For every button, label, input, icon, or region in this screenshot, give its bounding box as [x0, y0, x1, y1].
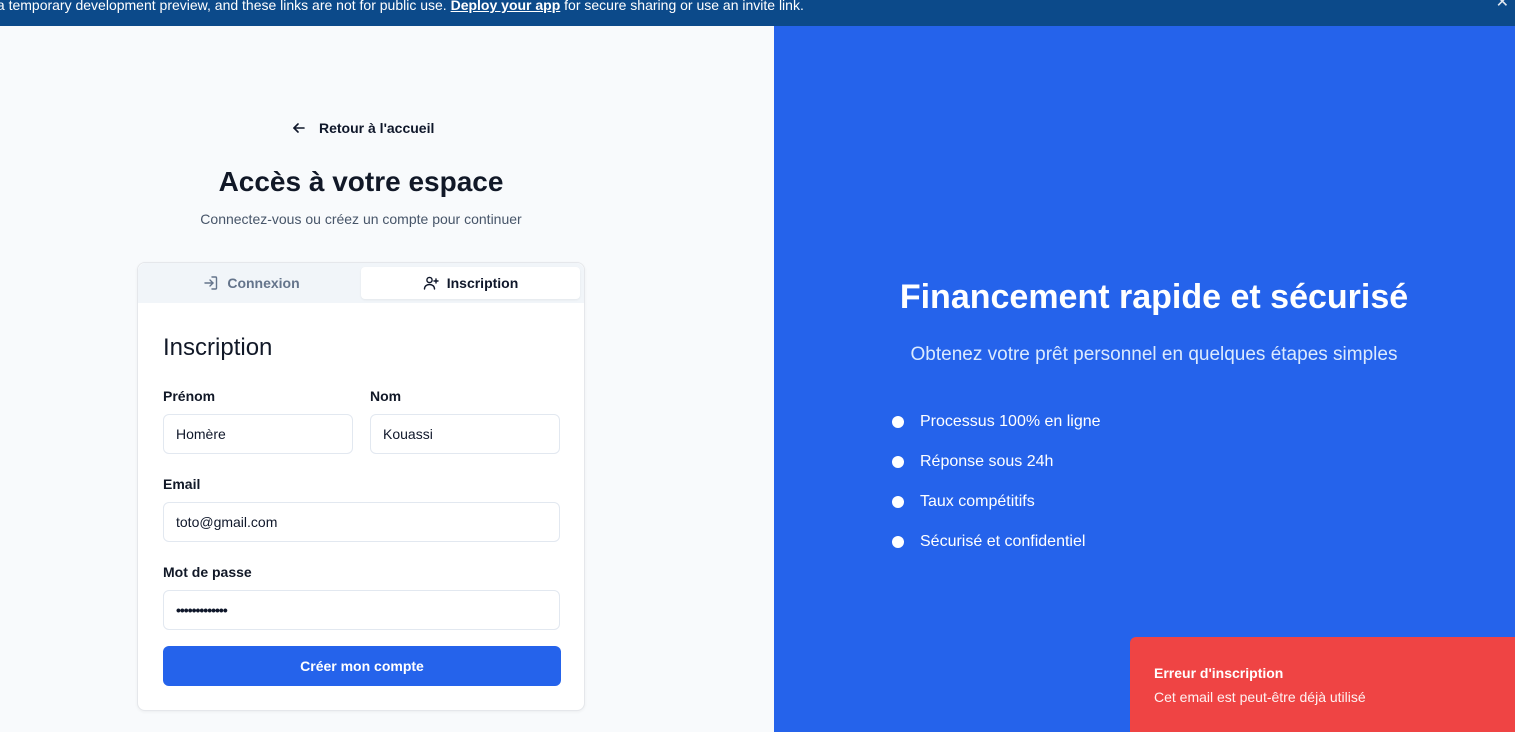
email-label: Email	[163, 476, 201, 492]
bullet-icon	[892, 536, 904, 548]
bullet-icon	[892, 456, 904, 468]
auth-panel: Retour à l'accueil Accès à votre espace …	[0, 26, 774, 732]
bullet-icon	[892, 496, 904, 508]
login-icon	[204, 276, 218, 290]
form-title: Inscription	[163, 334, 273, 361]
password-field[interactable]: •••••••••••••	[163, 590, 560, 630]
toast-message: Cet email est peut-être déjà utilisé	[1154, 689, 1366, 705]
preview-banner: s a temporary development preview, and t…	[0, 0, 1515, 26]
banner-text: s a temporary development preview, and t…	[0, 0, 804, 12]
promo-title: Financement rapide et sécurisé	[899, 278, 1409, 316]
first-name-label: Prénom	[163, 388, 216, 404]
feature-label: Processus 100% en ligne	[920, 413, 1101, 430]
toast-title: Erreur d'inscription	[1154, 665, 1284, 681]
banner-text-after: for secure sharing or use an invite link…	[560, 0, 804, 13]
last-name-field[interactable]: Kouassi	[370, 414, 560, 454]
create-account-button[interactable]: Créer mon compte	[163, 646, 561, 686]
promo-panel: Financement rapide et sécurisé Obtenez v…	[774, 26, 1515, 732]
feature-label: Taux compétitifs	[920, 493, 1035, 510]
tab-connexion[interactable]: Connexion	[142, 267, 361, 299]
list-item: Processus 100% en ligne	[892, 402, 1101, 442]
email-field[interactable]: toto@gmail.com	[163, 502, 560, 542]
list-item: Sécurisé et confidentiel	[892, 522, 1101, 562]
back-home-label: Retour à l'accueil	[319, 120, 435, 136]
back-home-link[interactable]: Retour à l'accueil	[291, 120, 434, 136]
auth-card: Connexion Inscription Inscription Prénom…	[137, 262, 585, 711]
password-label: Mot de passe	[163, 564, 252, 580]
last-name-label: Nom	[370, 388, 402, 404]
tab-inscription[interactable]: Inscription	[361, 267, 580, 299]
tab-inscription-label: Inscription	[446, 275, 519, 291]
page-title: Accès à votre espace	[218, 166, 504, 197]
list-item: Réponse sous 24h	[892, 442, 1101, 482]
tab-connexion-label: Connexion	[227, 275, 300, 291]
feature-label: Réponse sous 24h	[920, 453, 1054, 470]
promo-subtitle: Obtenez votre prêt personnel en quelques…	[910, 344, 1398, 365]
error-toast[interactable]: Erreur d'inscription Cet email est peut-…	[1130, 637, 1515, 732]
deploy-app-link[interactable]: Deploy your app	[451, 0, 561, 13]
feature-label: Sécurisé et confidentiel	[920, 533, 1086, 550]
feature-list: Processus 100% en ligne Réponse sous 24h…	[892, 402, 1101, 562]
list-item: Taux compétitifs	[892, 482, 1101, 522]
page-subtitle: Connectez-vous ou créez un compte pour c…	[200, 211, 522, 227]
arrow-left-icon	[293, 123, 305, 133]
first-name-field[interactable]: Homère	[163, 414, 353, 454]
bullet-icon	[892, 416, 904, 428]
banner-text-before: s a temporary development preview, and t…	[0, 0, 451, 13]
close-icon[interactable]: ✕	[1496, 0, 1509, 11]
user-plus-icon	[423, 276, 439, 290]
auth-tabs: Connexion Inscription	[138, 263, 584, 303]
